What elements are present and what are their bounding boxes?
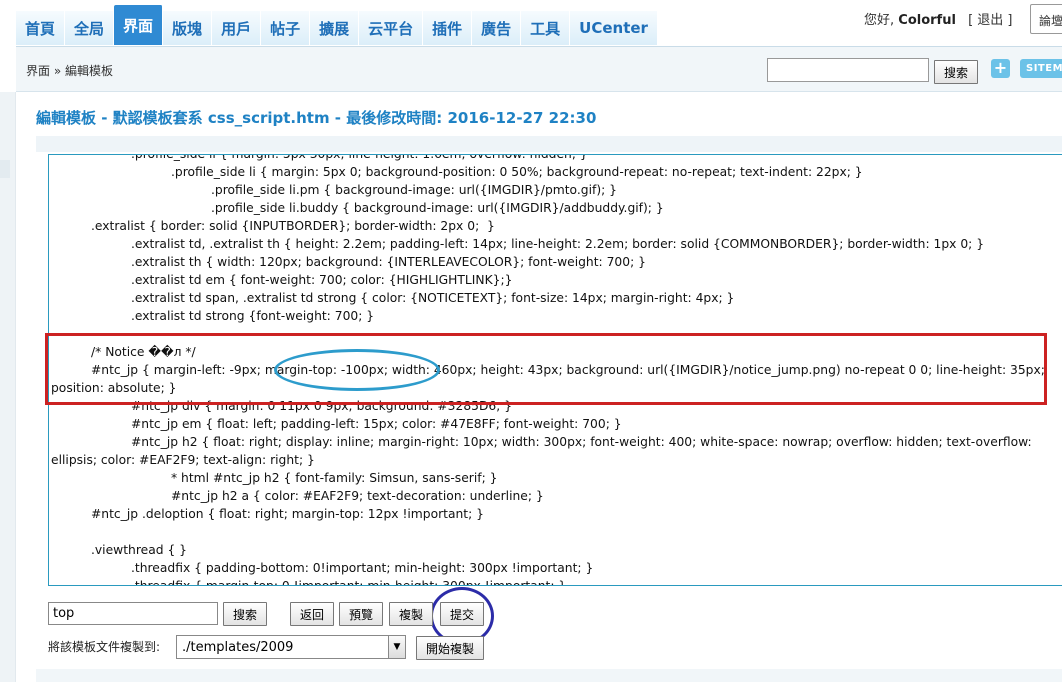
title-divider bbox=[36, 136, 1062, 152]
footer-strip bbox=[36, 669, 1062, 682]
code-line: .threadfix { margin-top: 0 !important; m… bbox=[131, 579, 567, 586]
code-line: .extralist th { width: 120px; background… bbox=[131, 255, 646, 269]
top-navigation: 首頁 全局 界面 版塊 用戶 帖子 擴展 云平台 插件 廣告 工具 UCente… bbox=[0, 0, 1062, 46]
back-button[interactable]: 返回 bbox=[290, 602, 335, 626]
code-line: #ntc_jp .deloption { float: right; margi… bbox=[91, 507, 485, 521]
copy-target-select[interactable]: ./templates/2009 ▼ bbox=[176, 635, 406, 659]
nav-tab-plugins[interactable]: 插件 bbox=[423, 11, 473, 45]
breadcrumb: 界面 » 編輯模板 bbox=[26, 64, 113, 78]
code-line: #ntc_jp div { margin: 0 11px 0 9px; back… bbox=[131, 399, 513, 413]
preview-button[interactable]: 預覽 bbox=[339, 602, 384, 626]
submit-button[interactable]: 提交 bbox=[440, 602, 485, 626]
code-line: .threadfix { padding-bottom: 0!important… bbox=[131, 561, 594, 575]
nav-tab-cloud[interactable]: 云平台 bbox=[359, 11, 424, 45]
nav-tab-forums[interactable]: 版塊 bbox=[163, 11, 213, 45]
code-line: * html #ntc_jp h2 { font-family: Simsun,… bbox=[171, 471, 498, 485]
code-line: #ntc_jp h2 a { color: #EAF2F9; text-deco… bbox=[171, 489, 544, 503]
username: Colorful bbox=[898, 13, 956, 28]
nav-tab-global[interactable]: 全局 bbox=[65, 11, 115, 45]
code-line: /* Notice ��л */ bbox=[91, 345, 196, 359]
code-line: #ntc_jp h2 { float: right; display: inli… bbox=[51, 435, 1036, 467]
sidebar-toggle-notch[interactable] bbox=[0, 160, 10, 178]
dropdown-arrow-icon[interactable]: ▼ bbox=[388, 636, 405, 658]
nav-tab-interface[interactable]: 界面 bbox=[114, 5, 164, 45]
code-line: .extralist { border: solid {INPUTBORDER}… bbox=[91, 219, 495, 233]
code-line: .profile_side li.buddy { background-imag… bbox=[211, 201, 664, 215]
nav-tab-threads[interactable]: 帖子 bbox=[261, 11, 311, 45]
code-search-input[interactable]: top bbox=[48, 602, 218, 625]
code-line: .profile_side li.pm { background-image: … bbox=[211, 183, 617, 197]
greeting-text: 您好, bbox=[864, 13, 895, 28]
code-line: #ntc_jp em { float: left; padding-left: … bbox=[131, 417, 622, 431]
main-nav-tabs: 首頁 全局 界面 版塊 用戶 帖子 擴展 云平台 插件 廣告 工具 UCente… bbox=[16, 5, 658, 45]
admin-search-input[interactable] bbox=[767, 58, 929, 82]
sitemap-button[interactable]: SITEMAP bbox=[1020, 59, 1062, 78]
code-line: .extralist td span, .extralist td strong… bbox=[131, 291, 735, 305]
code-line: .profile_side li { margin: 5px 0; backgr… bbox=[171, 165, 863, 179]
code-line: #ntc_jp { margin-left: -9px; margin-top:… bbox=[51, 363, 1049, 395]
nav-tab-users[interactable]: 用戶 bbox=[212, 11, 262, 45]
copy-target-value: ./templates/2009 bbox=[182, 640, 294, 655]
user-info: 您好, Colorful [ 退出 ] bbox=[864, 9, 1012, 28]
copy-button[interactable]: 複製 bbox=[389, 602, 434, 626]
code-line: .viewthread { } bbox=[91, 543, 187, 557]
copy-target-label: 將該模板文件複製到: bbox=[48, 640, 161, 654]
nav-tab-extensions[interactable]: 擴展 bbox=[310, 11, 360, 45]
nav-tab-tools[interactable]: 工具 bbox=[521, 11, 571, 45]
code-line: .extralist td strong {font-weight: 700; … bbox=[131, 309, 375, 323]
code-line: .extralist td, .extralist th { height: 2… bbox=[131, 237, 985, 251]
code-search-button[interactable]: 搜索 bbox=[223, 602, 268, 626]
logout-link[interactable]: [ 退出 ] bbox=[968, 13, 1012, 28]
start-copy-button[interactable]: 開始複製 bbox=[416, 636, 485, 660]
admin-search-button[interactable]: 搜索 bbox=[934, 60, 979, 84]
forum-select[interactable]: 論壇 bbox=[1030, 4, 1062, 34]
page-title: 編輯模板 - 默認模板套系 css_script.htm - 最後修改時間: 2… bbox=[36, 109, 597, 127]
breadcrumb-bar: 界面 » 編輯模板 搜索 + SITEMAP bbox=[16, 46, 1062, 92]
nav-tab-ucenter[interactable]: UCenter bbox=[570, 11, 658, 45]
nav-tab-ads[interactable]: 廣告 bbox=[472, 11, 522, 45]
left-sidebar-strip bbox=[0, 92, 16, 682]
code-line: .extralist td em { font-weight: 700; col… bbox=[131, 273, 513, 287]
code-lines: .profile_side li { margin: 5px 30px; lin… bbox=[51, 154, 1062, 586]
nav-tab-home[interactable]: 首頁 bbox=[16, 11, 66, 45]
template-code-editor[interactable]: .profile_side li { margin: 5px 30px; lin… bbox=[48, 154, 1062, 586]
code-line: .profile_side li { margin: 5px 30px; lin… bbox=[131, 154, 588, 161]
add-shortcut-button[interactable]: + bbox=[991, 59, 1010, 78]
